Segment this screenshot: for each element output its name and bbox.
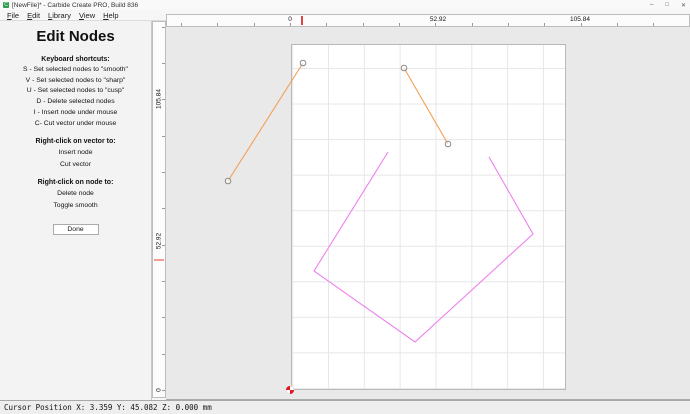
- vruler-label: 52.92: [156, 233, 163, 249]
- statusbar: Cursor Position X: 3.359 Y: 45.082 Z: 0.…: [0, 400, 690, 414]
- node-actions-list: Delete nodeToggle smooth: [0, 188, 151, 211]
- node-actions-heading: Right-click on node to:: [0, 179, 151, 186]
- vruler-tick: [162, 281, 165, 282]
- hruler-tick: [472, 23, 473, 26]
- close-button[interactable]: ✕: [681, 2, 686, 9]
- hruler-tick: [363, 23, 364, 26]
- vector-layer: [166, 27, 690, 400]
- menu-library[interactable]: Library: [44, 10, 75, 21]
- hruler-tick: [544, 23, 545, 26]
- vruler-tick: [162, 99, 165, 100]
- hruler-tick: [254, 23, 255, 26]
- shortcut-list: S - Set selected nodes to "smooth"V - Se…: [0, 65, 151, 129]
- vruler-tick: [162, 136, 165, 137]
- titlebar: C [NewFile]* - Carbide Create PRO, Build…: [0, 0, 690, 10]
- hruler-tick: [617, 23, 618, 26]
- vruler-tick: [162, 208, 165, 209]
- hruler-tick: [181, 23, 182, 26]
- vruler-tick: [162, 172, 165, 173]
- menu-edit[interactable]: Edit: [23, 10, 44, 21]
- shortcut-item: V - Set selected nodes to "sharp": [0, 76, 151, 87]
- hruler-tick: [581, 23, 582, 26]
- hruler-label: 0: [288, 16, 292, 23]
- menu-file[interactable]: File: [3, 10, 23, 21]
- hruler-label: 105.84: [570, 16, 590, 23]
- vertical-ruler: 105.8452.920: [152, 21, 166, 398]
- origin-marker-quadrant: [290, 390, 294, 394]
- app-window: C [NewFile]* - Carbide Create PRO, Build…: [0, 0, 690, 414]
- vector-actions-heading: Right-click on vector to:: [0, 138, 151, 145]
- hruler-tick: [435, 23, 436, 26]
- maximize-button[interactable]: □: [665, 2, 669, 8]
- node-action-item: Delete node: [0, 188, 151, 200]
- minimize-button[interactable]: –: [650, 2, 653, 8]
- magenta-polyline[interactable]: [314, 152, 533, 342]
- vruler-tick: [162, 63, 165, 64]
- shortcut-item: C- Cut vector under mouse: [0, 119, 151, 130]
- orange-line-2[interactable]: [404, 68, 448, 144]
- hruler-label: 52.92: [430, 16, 446, 23]
- hruler-tick: [399, 23, 400, 26]
- vector-actions-list: Insert nodeCut vector: [0, 147, 151, 170]
- menu-help[interactable]: Help: [99, 10, 122, 21]
- design-canvas[interactable]: [166, 27, 690, 400]
- shortcut-item: S - Set selected nodes to "smooth": [0, 65, 151, 76]
- vector-node[interactable]: [401, 65, 407, 71]
- shortcut-item: D - Delete selected nodes: [0, 97, 151, 108]
- done-button[interactable]: Done: [53, 224, 99, 235]
- cursor-position-marker-y: [154, 259, 164, 261]
- vruler-tick: [162, 27, 165, 28]
- orange-line-1[interactable]: [228, 63, 303, 181]
- edit-nodes-panel: Edit Nodes Keyboard shortcuts: S - Set s…: [0, 21, 152, 400]
- cursor-position-readout: Cursor Position X: 3.359 Y: 45.082 Z: 0.…: [4, 403, 212, 412]
- origin-marker-quadrant: [286, 386, 290, 390]
- app-logo-icon: C: [3, 2, 9, 8]
- window-title: [NewFile]* - Carbide Create PRO, Build 8…: [12, 2, 138, 9]
- vruler-tick: [162, 390, 165, 391]
- vector-action-item: Insert node: [0, 147, 151, 159]
- shortcuts-heading: Keyboard shortcuts:: [0, 56, 151, 63]
- vruler-tick: [162, 317, 165, 318]
- vector-action-item: Cut vector: [0, 159, 151, 171]
- hruler-tick: [653, 23, 654, 26]
- vruler-tick: [162, 354, 165, 355]
- panel-title: Edit Nodes: [0, 28, 151, 45]
- vector-node[interactable]: [445, 141, 451, 147]
- hruler-tick: [217, 23, 218, 26]
- node-action-item: Toggle smooth: [0, 200, 151, 212]
- vector-node[interactable]: [300, 60, 306, 66]
- menu-view[interactable]: View: [75, 10, 99, 21]
- cursor-position-marker-x: [301, 16, 303, 25]
- hruler-tick: [508, 23, 509, 26]
- horizontal-ruler: 0 52.92 105.84: [166, 14, 690, 27]
- hruler-tick: [326, 23, 327, 26]
- shortcut-item: U - Set selected nodes to "cusp": [0, 86, 151, 97]
- shortcut-item: I - Insert node under mouse: [0, 108, 151, 119]
- vector-node[interactable]: [225, 178, 231, 184]
- vruler-tick: [162, 245, 165, 246]
- hruler-tick: [290, 23, 291, 26]
